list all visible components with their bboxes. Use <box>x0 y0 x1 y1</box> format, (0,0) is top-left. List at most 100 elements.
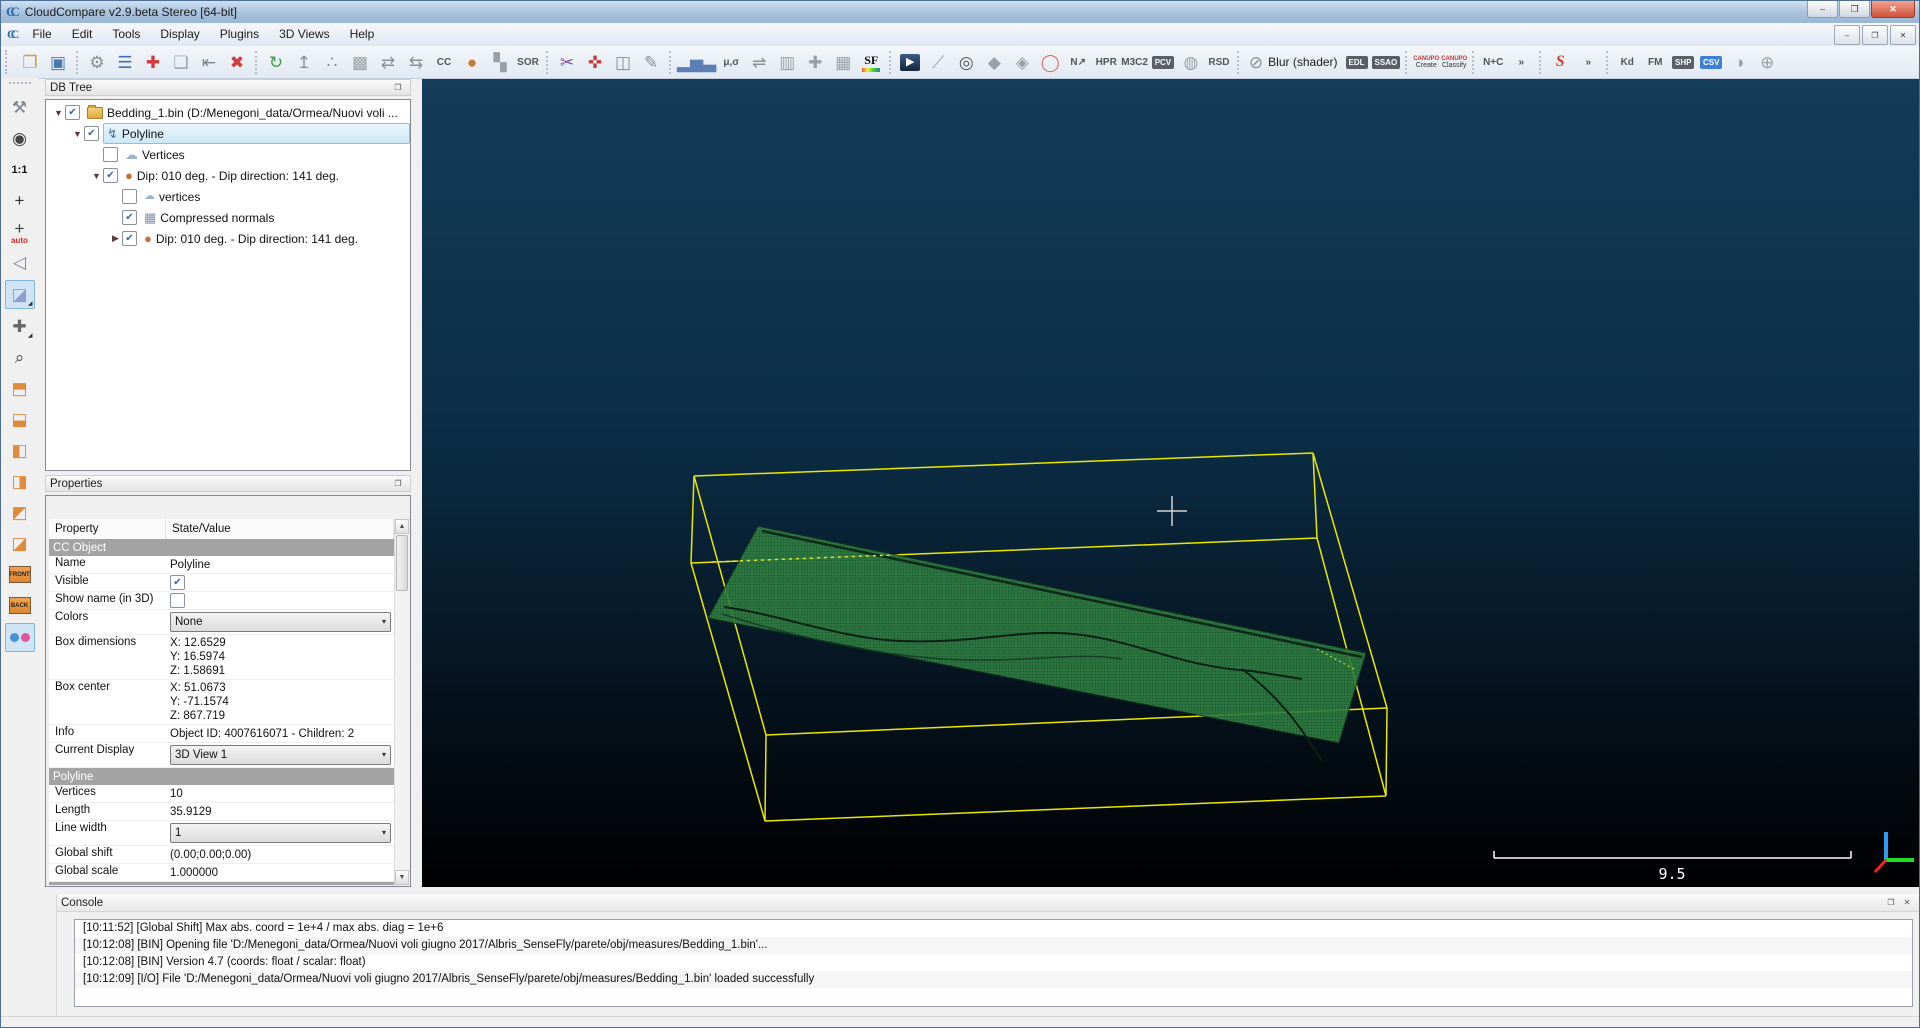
tool-display-options-button[interactable]: ⚙ <box>84 49 110 76</box>
view-toolbar-grip[interactable] <box>9 82 31 88</box>
tool-sphere-button[interactable]: ◑ <box>1726 49 1752 76</box>
tool-subsample-button[interactable]: ∴ <box>319 49 345 76</box>
tool-cloud-mesh-distance-button[interactable]: ⇆ <box>403 49 429 76</box>
tool-trace-polyline-button[interactable]: ✎ <box>638 49 664 76</box>
tree-item-vertices[interactable]: ☁Vertices <box>46 144 410 165</box>
visibility-checkbox[interactable] <box>103 147 118 162</box>
menu-plugins[interactable]: Plugins <box>210 23 269 46</box>
menu-file[interactable]: File <box>22 23 61 46</box>
tool-pcv-button[interactable]: PCV <box>1150 49 1176 76</box>
tool-facets-fm-button[interactable]: FM <box>1642 49 1668 76</box>
tool-csv-export-button[interactable]: CSV <box>1698 49 1724 76</box>
3d-viewport[interactable]: 9.5 <box>422 79 1920 887</box>
properties-scrollbar[interactable]: ▲ ▼ <box>394 519 409 885</box>
tools-button[interactable]: ⚒ <box>6 94 34 121</box>
tool-interactive-transformation-button[interactable]: ✜ <box>582 49 608 76</box>
db-tree-float-button[interactable]: ❐ <box>390 80 406 95</box>
menu-3d-views[interactable]: 3D Views <box>269 23 339 46</box>
global-zoom-button[interactable]: ◪◢ <box>5 280 35 309</box>
screenshot-button[interactable]: ◉ <box>6 125 34 152</box>
tool-kd-tree-button[interactable]: Kd <box>1614 49 1640 76</box>
tool-console-list-button[interactable]: ☰ <box>112 49 138 76</box>
tool-shp-export-button[interactable]: SHP <box>1670 49 1696 76</box>
mdi-minimize-button[interactable]: – <box>1834 25 1860 45</box>
tool-sf-arithmetic-button[interactable]: ▦ <box>830 49 856 76</box>
tool-closest-point-set-button[interactable]: ● <box>459 49 485 76</box>
tool-shield-button[interactable]: ◆ <box>981 49 1007 76</box>
tree-item-dip-010-deg-dip-direction-141-deg[interactable]: ▼●Dip: 010 deg. - Dip direction: 141 deg… <box>46 165 410 186</box>
visible-checkbox[interactable] <box>170 575 185 590</box>
tool-point-list-picking-button[interactable]: ✚ <box>140 49 166 76</box>
visibility-checkbox[interactable] <box>122 210 137 225</box>
tool-canupo-create-button[interactable]: CANUPOCreate <box>1413 49 1439 76</box>
tool-sample-points-button[interactable]: ▩ <box>347 49 373 76</box>
pivot-visibility-button[interactable]: ◁ <box>6 249 34 276</box>
close-button[interactable]: ✕ <box>1871 1 1915 18</box>
tool-histogram-button[interactable]: ▂▅▃ <box>677 49 716 76</box>
tree-item-dip-010-deg-dip-direction-141-deg[interactable]: ▶●Dip: 010 deg. - Dip direction: 141 deg… <box>46 228 410 249</box>
tool-hpr-button[interactable]: HPR <box>1093 49 1119 76</box>
tree-expanded-arrow-icon[interactable]: ▼ <box>52 108 65 118</box>
console-close-button[interactable]: ✕ <box>1899 895 1915 910</box>
tool-facets-button[interactable]: ◍ <box>1178 49 1204 76</box>
tool-clone-button[interactable]: ❏ <box>168 49 194 76</box>
stereo-mode-button[interactable] <box>5 623 35 652</box>
visibility-checkbox[interactable] <box>84 126 99 141</box>
toolbar-grip[interactable] <box>5 50 12 74</box>
tool-save-button[interactable]: ▣ <box>45 49 71 76</box>
tool-fine-registration-button[interactable]: ▚ <box>487 49 513 76</box>
tool-rsd-button[interactable]: RSD <box>1206 49 1232 76</box>
set-pivot-button[interactable]: + <box>6 187 34 214</box>
tool-ellipser-button[interactable]: ◯ <box>1037 49 1063 76</box>
tool-globe-button[interactable]: ⊕ <box>1754 49 1780 76</box>
zoom-mode-button[interactable]: ⌕ <box>6 344 34 371</box>
tree-collapsed-arrow-icon[interactable]: ▶ <box>109 233 122 244</box>
tool-animation-button[interactable]: ▶ <box>897 49 923 76</box>
tool-apply-transformation-button[interactable]: ⇤ <box>196 49 222 76</box>
tool-statistics-button[interactable]: μ,σ <box>718 49 744 76</box>
console-float-button[interactable]: ❐ <box>1883 895 1899 910</box>
view-back-iso-button[interactable]: ◪ <box>6 530 34 557</box>
tree-item-bedding-1-bin-d-menegoni-data-ormea-nuov[interactable]: ▼Bedding_1.bin (D:/Menegoni_data/Ormea/N… <box>46 102 410 123</box>
menu-tools[interactable]: Tools <box>102 23 150 46</box>
properties-float-button[interactable]: ❐ <box>390 476 406 491</box>
menu-help[interactable]: Help <box>340 23 385 46</box>
tool-open-button[interactable]: ❐ <box>17 49 43 76</box>
tool-overflow-2-button[interactable]: » <box>1575 49 1601 76</box>
tool-delete-scalar-field-button[interactable]: ▥ <box>774 49 800 76</box>
view-left-button[interactable]: ◧ <box>6 437 34 464</box>
visibility-checkbox[interactable] <box>103 168 118 183</box>
current-display-dropdown[interactable]: 3D View 1▾ <box>170 745 391 765</box>
tool-sra-button[interactable]: S <box>1547 49 1573 76</box>
colors-dropdown[interactable]: None▾ <box>170 612 391 632</box>
tool-edl-button[interactable]: EDL <box>1344 49 1370 76</box>
tool-compass-button[interactable]: ◎ <box>953 49 979 76</box>
show-name-in-3d-checkbox[interactable] <box>170 593 185 608</box>
view-back-button[interactable]: BACK <box>6 592 34 619</box>
tool-segment-button[interactable]: ↥ <box>291 49 317 76</box>
scrollbar-thumb[interactable] <box>396 535 408 591</box>
line-width-dropdown[interactable]: 1▾ <box>170 823 391 843</box>
tool-normals-and-curvature-button[interactable]: N+C <box>1480 49 1506 76</box>
mdi-close-button[interactable]: ✕ <box>1890 25 1916 45</box>
visibility-checkbox[interactable] <box>122 231 137 246</box>
mdi-restore-button[interactable]: ❐ <box>1862 25 1888 45</box>
scroll-up-icon[interactable]: ▲ <box>395 519 409 534</box>
title-bar[interactable]: CC CloudCompare v2.9.beta Stereo [64-bit… <box>1 1 1919 24</box>
minimize-button[interactable]: – <box>1807 1 1838 18</box>
tool-sf-color-scale-button[interactable]: SF <box>858 49 884 76</box>
tool-add-constant-sf-button[interactable]: ✚ <box>802 49 828 76</box>
tree-item-polyline[interactable]: ▼↯Polyline <box>46 123 410 144</box>
tool-blur-shader-button[interactable]: ⊘Blur (shader) <box>1245 49 1342 76</box>
visibility-checkbox[interactable] <box>65 105 80 120</box>
tool-cloud-cloud-distance-button[interactable]: ⇄ <box>375 49 401 76</box>
tool-m3c2-button[interactable]: M3C2 <box>1121 49 1148 76</box>
view-bottom-button[interactable]: ⬓ <box>6 406 34 433</box>
scroll-down-icon[interactable]: ▼ <box>395 870 409 885</box>
tool-clean-button[interactable]: ⟋ <box>925 49 951 76</box>
tool-filter-by-value-button[interactable]: ⇌ <box>746 49 772 76</box>
menu-display[interactable]: Display <box>150 23 209 46</box>
view-top-button[interactable]: ⬒ <box>6 375 34 402</box>
view-front-iso-button[interactable]: ◩ <box>6 499 34 526</box>
tool-clipping-box-button[interactable]: ◫ <box>610 49 636 76</box>
